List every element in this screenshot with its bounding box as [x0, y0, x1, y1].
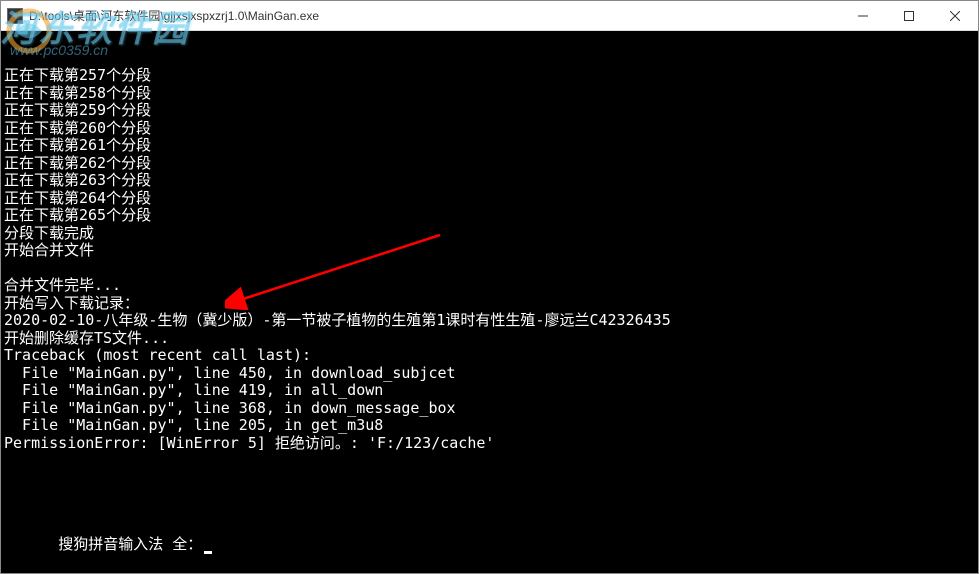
- console-line: 正在下载第257个分段: [4, 67, 975, 85]
- console-line: File "MainGan.py", line 450, in download…: [4, 365, 975, 383]
- console-line: File "MainGan.py", line 205, in get_m3u8: [4, 417, 975, 435]
- console-line: File "MainGan.py", line 368, in down_mes…: [4, 400, 975, 418]
- console-line: 正在下载第262个分段: [4, 155, 975, 173]
- titlebar[interactable]: D:\tools\桌面\河东软件园\gjjxsjxspxzrj1.0\MainG…: [1, 1, 978, 31]
- app-icon: [7, 8, 23, 24]
- maximize-icon: [904, 11, 914, 21]
- application-window: D:\tools\桌面\河东软件园\gjjxsjxspxzrj1.0\MainG…: [0, 0, 979, 574]
- console-line: 正在下载第263个分段: [4, 172, 975, 190]
- console-line: 分段下载完成: [4, 225, 975, 243]
- console-line: 正在下载第264个分段: [4, 190, 975, 208]
- close-icon: [950, 11, 960, 21]
- ime-status-text: 搜狗拼音输入法 全：: [58, 535, 202, 553]
- console-line: 合并文件完毕...: [4, 277, 975, 295]
- console-line: Traceback (most recent call last):: [4, 347, 975, 365]
- console-line: 正在下载第260个分段: [4, 120, 975, 138]
- close-button[interactable]: [932, 1, 978, 30]
- ime-status-line: 搜狗拼音输入法 全：: [4, 519, 212, 572]
- minimize-button[interactable]: [840, 1, 886, 30]
- cursor-icon: [204, 551, 212, 554]
- window-controls: [840, 1, 978, 30]
- console-line: 2020-02-10-八年级-生物（冀少版）-第一节被子植物的生殖第1课时有性生…: [4, 312, 975, 330]
- console-line: [4, 260, 975, 278]
- minimize-icon: [858, 11, 868, 21]
- console-line: 正在下载第259个分段: [4, 102, 975, 120]
- console-line: 开始合并文件: [4, 242, 975, 260]
- console-line: 正在下载第265个分段: [4, 207, 975, 225]
- console-line: 正在下载第258个分段: [4, 85, 975, 103]
- console-output[interactable]: 正在下载第257个分段正在下载第258个分段正在下载第259个分段正在下载第26…: [1, 31, 978, 573]
- window-title: D:\tools\桌面\河东软件园\gjjxsjxspxzrj1.0\MainG…: [29, 7, 840, 24]
- console-line: 正在下载第261个分段: [4, 137, 975, 155]
- console-line: 开始删除缓存TS文件...: [4, 330, 975, 348]
- maximize-button[interactable]: [886, 1, 932, 30]
- console-line: 开始写入下载记录：: [4, 295, 975, 313]
- console-line: PermissionError: [WinError 5] 拒绝访问。: 'F:…: [4, 435, 975, 453]
- console-line: File "MainGan.py", line 419, in all_down: [4, 382, 975, 400]
